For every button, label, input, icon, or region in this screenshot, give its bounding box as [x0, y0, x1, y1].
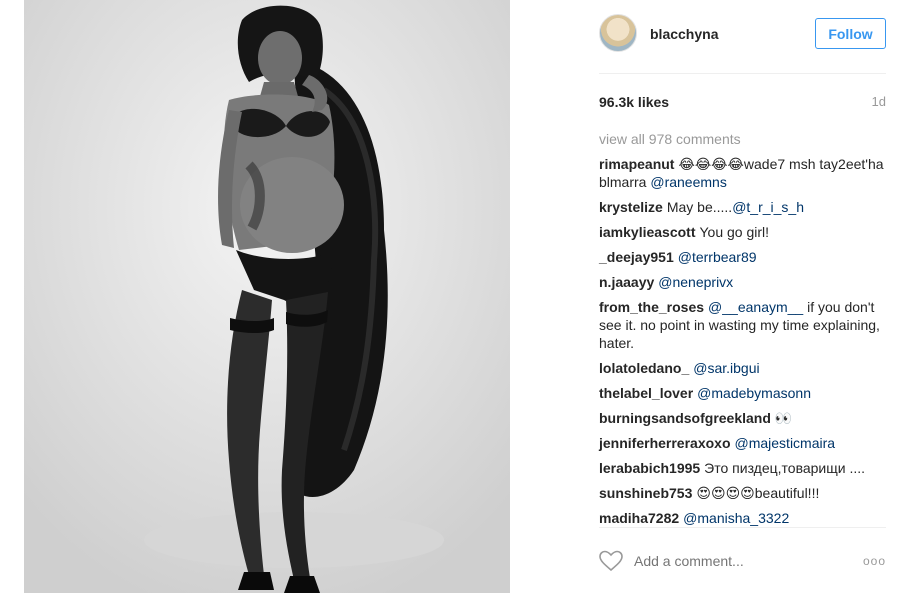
comment-username[interactable]: jenniferherreraxoxo: [599, 435, 731, 451]
comment-item: jenniferherreraxoxo @majesticmaira: [599, 434, 886, 452]
comment-mention[interactable]: @terrbear89: [678, 249, 757, 265]
comment-item: iamkylieascott You go girl!: [599, 223, 886, 241]
comment-username[interactable]: sunshineb753: [599, 485, 692, 501]
comment-item: lerababich1995 Это пиздец,товарищи ....: [599, 459, 886, 477]
add-comment-input[interactable]: [634, 553, 834, 569]
comment-mention[interactable]: @manisha_3322: [683, 510, 789, 526]
post-author-username[interactable]: blacchyna: [650, 26, 718, 42]
post-photo-illustration: [24, 0, 510, 593]
comment-username[interactable]: n.jaaayy: [599, 274, 654, 290]
post-photo[interactable]: [24, 0, 510, 593]
post-sidebar: blacchyna Follow 96.3k likes 1d view all…: [599, 0, 886, 593]
comments-list: rimapeanut 😂😂😂😂wade7 msh tay2eet'ha blmar…: [599, 155, 886, 534]
comment-text: May be.....: [666, 199, 733, 215]
comment-mention[interactable]: @neneprivx: [658, 274, 733, 290]
comment-item: sunshineb753 😍😍😍😍beautiful!!!: [599, 484, 886, 502]
comment-text: You go girl!: [699, 224, 770, 240]
post-footer: ooo: [599, 544, 886, 580]
comment-mention[interactable]: @__eanaym__: [708, 299, 803, 315]
comment-username[interactable]: lolatoledano_: [599, 360, 689, 376]
comment-item: lolatoledano_ @sar.ibgui: [599, 359, 886, 377]
heart-icon-svg: [599, 550, 623, 572]
comment-item: madiha7282 @manisha_3322: [599, 509, 886, 527]
comment-username[interactable]: iamkylieascott: [599, 224, 696, 240]
comment-item: rimapeanut 😂😂😂😂wade7 msh tay2eet'ha blmar…: [599, 155, 886, 191]
comment-item: krystelize May be.....@t_r_i_s_h: [599, 198, 886, 216]
comment-text: 👀: [774, 410, 793, 426]
comment-username[interactable]: burningsandsofgreekland: [599, 410, 771, 426]
comment-text: Это пиздец,товарищи ....: [704, 460, 866, 476]
post-timestamp[interactable]: 1d: [872, 94, 886, 109]
comment-text: 😍😍😍😍beautiful!!!: [696, 485, 820, 501]
comment-username[interactable]: krystelize: [599, 199, 663, 215]
comment-mention[interactable]: @majesticmaira: [735, 435, 836, 451]
likes-count[interactable]: 96.3k likes: [599, 94, 669, 110]
comment-username[interactable]: madiha7282: [599, 510, 679, 526]
comment-item: _deejay951 @terrbear89: [599, 248, 886, 266]
comment-username[interactable]: lerababich1995: [599, 460, 700, 476]
comment-username[interactable]: from_the_roses: [599, 299, 704, 315]
view-all-comments-link[interactable]: view all 978 comments: [599, 131, 741, 147]
heart-icon[interactable]: [599, 550, 623, 572]
post-header: blacchyna Follow: [599, 14, 886, 54]
comment-username[interactable]: rimapeanut: [599, 156, 674, 172]
comment-mention[interactable]: @t_r_i_s_h: [732, 199, 804, 215]
footer-divider: [599, 527, 886, 528]
avatar[interactable]: [599, 14, 637, 52]
comment-username[interactable]: _deejay951: [599, 249, 674, 265]
more-options-icon[interactable]: ooo: [863, 554, 886, 568]
header-divider: [599, 73, 886, 74]
follow-button[interactable]: Follow: [815, 18, 886, 49]
comment-item: burningsandsofgreekland 👀: [599, 409, 886, 427]
comment-item: thelabel_lover @madebymasonn: [599, 384, 886, 402]
comment-mention[interactable]: @madebymasonn: [697, 385, 811, 401]
comment-item: from_the_roses @__eanaym__ if you don't s…: [599, 298, 886, 352]
comment-item: n.jaaayy @neneprivx: [599, 273, 886, 291]
comment-mention[interactable]: @sar.ibgui: [693, 360, 759, 376]
comment-mention[interactable]: @raneemns: [650, 174, 726, 190]
comment-username[interactable]: thelabel_lover: [599, 385, 693, 401]
